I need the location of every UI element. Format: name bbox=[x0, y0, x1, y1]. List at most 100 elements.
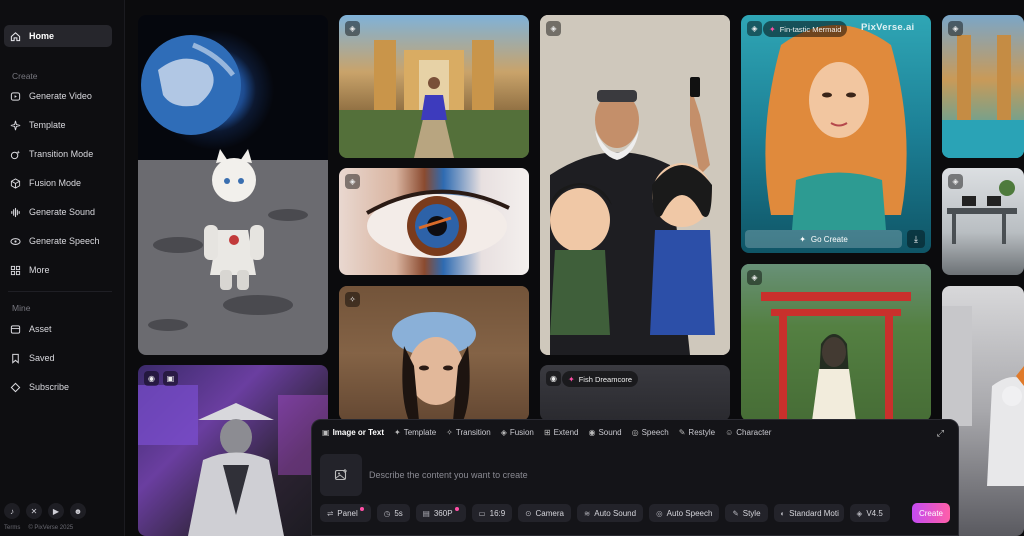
sidebar-item-more[interactable]: More bbox=[4, 259, 112, 281]
terms-link[interactable]: Terms bbox=[4, 525, 20, 531]
sidebar-item-generate-speech[interactable]: Generate Speech bbox=[4, 230, 112, 252]
gallery-card-fish-dreamcore[interactable]: ◉ ✦ Fish Dreamcore bbox=[540, 365, 730, 421]
sidebar-item-template[interactable]: Template bbox=[4, 114, 112, 136]
template-badge-icon: ◈ bbox=[948, 21, 963, 36]
chip-label: 16:9 bbox=[489, 508, 506, 518]
sidebar-footer: Terms © PixVerse 2025 bbox=[4, 525, 73, 531]
tab-extend[interactable]: ⊞ Extend bbox=[544, 428, 579, 437]
sidebar-item-label: Generate Speech bbox=[29, 236, 100, 246]
tab-character[interactable]: ☺ Character bbox=[725, 428, 771, 437]
gallery-card-astronaut-cat[interactable] bbox=[138, 15, 328, 355]
sidebar-item-asset[interactable]: Asset bbox=[4, 318, 112, 340]
transition-icon bbox=[10, 149, 21, 159]
tab-speech[interactable]: ◎ Speech bbox=[632, 428, 669, 437]
chip-label: Standard Moti bbox=[789, 508, 839, 518]
sidebar-item-label: Template bbox=[29, 120, 66, 130]
auto-speech-chip[interactable]: ◎ Auto Speech bbox=[649, 504, 720, 522]
cube-icon bbox=[10, 177, 21, 189]
tab-image-or-text[interactable]: ▣ Image or Text bbox=[322, 428, 384, 437]
chip-label: Auto Speech bbox=[666, 508, 713, 518]
waveform-icon: ≋ bbox=[583, 508, 591, 518]
sidebar-item-home[interactable]: Home bbox=[4, 25, 112, 47]
x-icon[interactable]: ✕ bbox=[26, 503, 42, 519]
prompt-composer: ▣ Image or Text ✦ Template ✧ Transition ◈ Fu… bbox=[311, 419, 959, 536]
gallery-card-office[interactable]: ◈ bbox=[942, 168, 1024, 275]
tab-template[interactable]: ✦ Template bbox=[394, 428, 436, 437]
sidebar-item-generate-sound[interactable]: Generate Sound bbox=[4, 201, 112, 223]
panel-chip[interactable]: ⇌ Panel bbox=[320, 504, 371, 522]
sparkle-icon bbox=[10, 120, 21, 130]
template-badge-icon: ◈ bbox=[546, 21, 561, 36]
speech-icon: ◎ bbox=[631, 428, 639, 437]
style-chip[interactable]: ✎ Style bbox=[725, 504, 768, 522]
tab-restyle[interactable]: ✎ Restyle bbox=[679, 428, 715, 437]
sparkle-icon: ✦ bbox=[568, 374, 575, 384]
sidebar: Home Create Generate Video Template Tran… bbox=[0, 0, 125, 536]
mine-section-label: Mine bbox=[12, 303, 31, 313]
palace-pool-image bbox=[942, 35, 1024, 158]
sparkle-icon: ✦ bbox=[799, 234, 806, 244]
palace-woman-image bbox=[339, 40, 529, 158]
camera-icon: ⊙ bbox=[525, 508, 532, 518]
template-badge-icon: ◈ bbox=[948, 174, 963, 189]
quality-chip[interactable]: ▤ 360P bbox=[415, 504, 466, 522]
go-create-button[interactable]: ✦ Go Create bbox=[745, 230, 902, 248]
download-icon[interactable]: ⤓ bbox=[907, 230, 925, 248]
template-badge-icon: ◈ bbox=[747, 21, 762, 36]
image-upload-button[interactable] bbox=[320, 454, 362, 496]
camera-chip[interactable]: ⊙ Camera bbox=[518, 504, 571, 522]
sidebar-item-generate-video[interactable]: Generate Video bbox=[4, 85, 112, 107]
sound-badge-icon: ◉ bbox=[546, 371, 561, 386]
model-version-chip[interactable]: ◈ V4.5 bbox=[849, 504, 890, 522]
cube-icon: ◈ bbox=[856, 508, 863, 518]
template-label-pill[interactable]: ✦ Fin-tastic Mermaid bbox=[763, 21, 848, 37]
create-button[interactable]: Create bbox=[912, 503, 950, 523]
bookmark-icon bbox=[12, 353, 19, 364]
social-links: ♪ ✕ ▶ ☻ bbox=[4, 503, 86, 519]
palette-icon: ✎ bbox=[732, 508, 739, 518]
copyright-text: © PixVerse 2025 bbox=[28, 525, 74, 531]
gallery-card-selfie-family[interactable]: ◈ bbox=[540, 15, 730, 355]
tab-fusion[interactable]: ◈ Fusion bbox=[501, 428, 534, 437]
template-badge-icon: ◈ bbox=[747, 270, 762, 285]
sidebar-item-transition-mode[interactable]: Transition Mode bbox=[4, 143, 112, 165]
gallery-card-palace-pool[interactable]: ◈ bbox=[942, 15, 1024, 158]
chip-label: Camera bbox=[535, 508, 564, 518]
quality-icon: ▤ bbox=[422, 508, 430, 518]
duration-chip[interactable]: ◷ 5s bbox=[376, 504, 410, 522]
auto-sound-chip[interactable]: ≋ Auto Sound bbox=[576, 504, 644, 522]
add-image-icon bbox=[334, 469, 347, 481]
chip-label: Auto Sound bbox=[594, 508, 637, 518]
template-label-pill[interactable]: ✦ Fish Dreamcore bbox=[562, 371, 639, 387]
tab-label: Restyle bbox=[688, 428, 716, 437]
gallery-card-eye[interactable]: ◈ bbox=[339, 168, 529, 275]
motion-mode-chip[interactable]: ◐ Standard Moti bbox=[773, 504, 844, 522]
tab-sound[interactable]: ◉ Sound bbox=[588, 428, 621, 437]
prompt-input[interactable] bbox=[367, 465, 871, 485]
sidebar-item-fusion-mode[interactable]: Fusion Mode bbox=[4, 172, 112, 194]
extend-icon: ⊞ bbox=[543, 428, 551, 437]
selfie-family-image bbox=[540, 15, 730, 355]
discord-icon[interactable]: ☻ bbox=[70, 503, 86, 519]
gallery-card-palace-woman[interactable]: ◈ bbox=[339, 15, 529, 158]
sidebar-item-saved[interactable]: Saved bbox=[4, 347, 112, 369]
tab-transition[interactable]: ✧ Transition bbox=[446, 428, 491, 437]
mode-tabs: ▣ Image or Text ✦ Template ✧ Transition ◈ Fu… bbox=[322, 428, 771, 437]
new-indicator bbox=[454, 507, 459, 511]
samurai-image bbox=[138, 385, 328, 536]
youtube-icon[interactable]: ▶ bbox=[48, 503, 64, 519]
gallery-card-mermaid[interactable]: ◈ ✦ Fin-tastic Mermaid PixVerse.ai ✦ Go … bbox=[741, 15, 931, 253]
mermaid-image bbox=[765, 25, 907, 230]
waveform-icon bbox=[11, 207, 20, 217]
gallery-card-samurai[interactable]: ◉ ▣ bbox=[138, 365, 328, 536]
tiktok-icon[interactable]: ♪ bbox=[4, 503, 20, 519]
sidebar-item-label: Home bbox=[29, 31, 55, 41]
gallery-card-torii-girl[interactable]: ◈ bbox=[741, 264, 931, 421]
aspect-ratio-chip[interactable]: ▭ 16:9 bbox=[471, 504, 513, 522]
sidebar-item-label: Generate Video bbox=[29, 91, 92, 101]
gallery-card-beret-girl[interactable]: ✧ bbox=[339, 286, 529, 421]
expand-icon[interactable]: ⤢ bbox=[937, 428, 944, 439]
sidebar-item-subscribe[interactable]: Subscribe bbox=[4, 376, 112, 398]
tab-label: Transition bbox=[455, 428, 491, 437]
go-create-label: Go Create bbox=[810, 234, 848, 244]
